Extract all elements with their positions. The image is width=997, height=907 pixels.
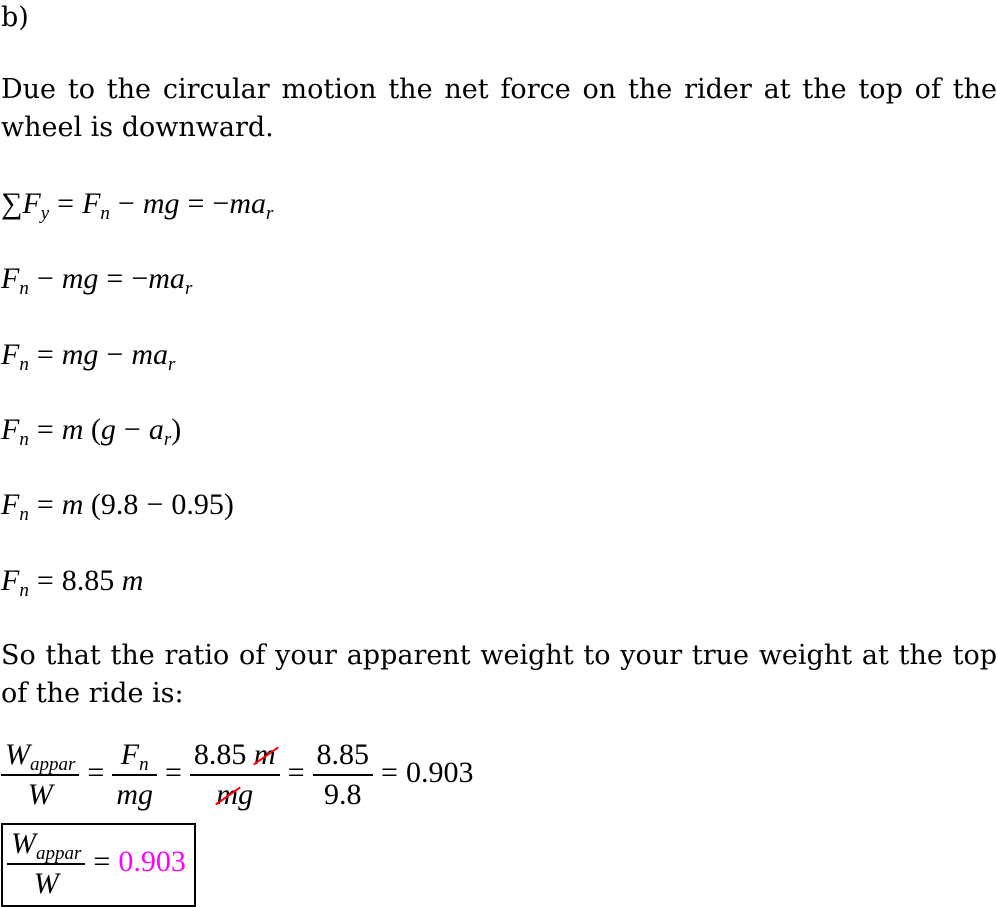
equation-6: Fn = 8.85 m [1, 564, 144, 601]
final-answer-value: 0.903 [118, 844, 186, 878]
ratio-result: 0.903 [405, 756, 474, 789]
intro-line-2: wheel is downward. [1, 112, 274, 143]
fraction-w-appar-over-w: Wappar W [1, 736, 80, 814]
intro-line-1: Due to the circular motion the net force… [1, 74, 997, 105]
equation-5: Fn = m (9.8−0.95) [1, 488, 234, 525]
part-label: b) [1, 2, 29, 33]
conclusion-line-2: of the ride is: [1, 678, 184, 709]
fraction-numeric: 8.85 9.8 [312, 736, 374, 814]
cancelled-m-denominator: m [216, 776, 238, 814]
equation-3: Fn = mg − mar [1, 338, 176, 375]
cancelled-m-numerator: m [254, 736, 276, 774]
equation-sum-forces: ∑Fy = Fn − mg = −mar [1, 187, 274, 224]
conclusion-line-1: So that the ratio of your apparent weigh… [1, 640, 997, 671]
fraction-cancelled-mass: 8.85 m mg [189, 736, 280, 814]
ratio-equation: Wappar W = Fn mg = 8.85 m mg = 8.85 9.8 … [1, 733, 473, 814]
fraction-fn-over-mg: Fn mg [112, 736, 157, 814]
final-answer-box: Wappar W = 0.903 [1, 823, 196, 907]
equation-2: Fn − mg = −mar [1, 262, 193, 299]
equation-4: Fn = m (g − ar) [1, 413, 182, 450]
answer-fraction: Wappar W [7, 825, 86, 903]
